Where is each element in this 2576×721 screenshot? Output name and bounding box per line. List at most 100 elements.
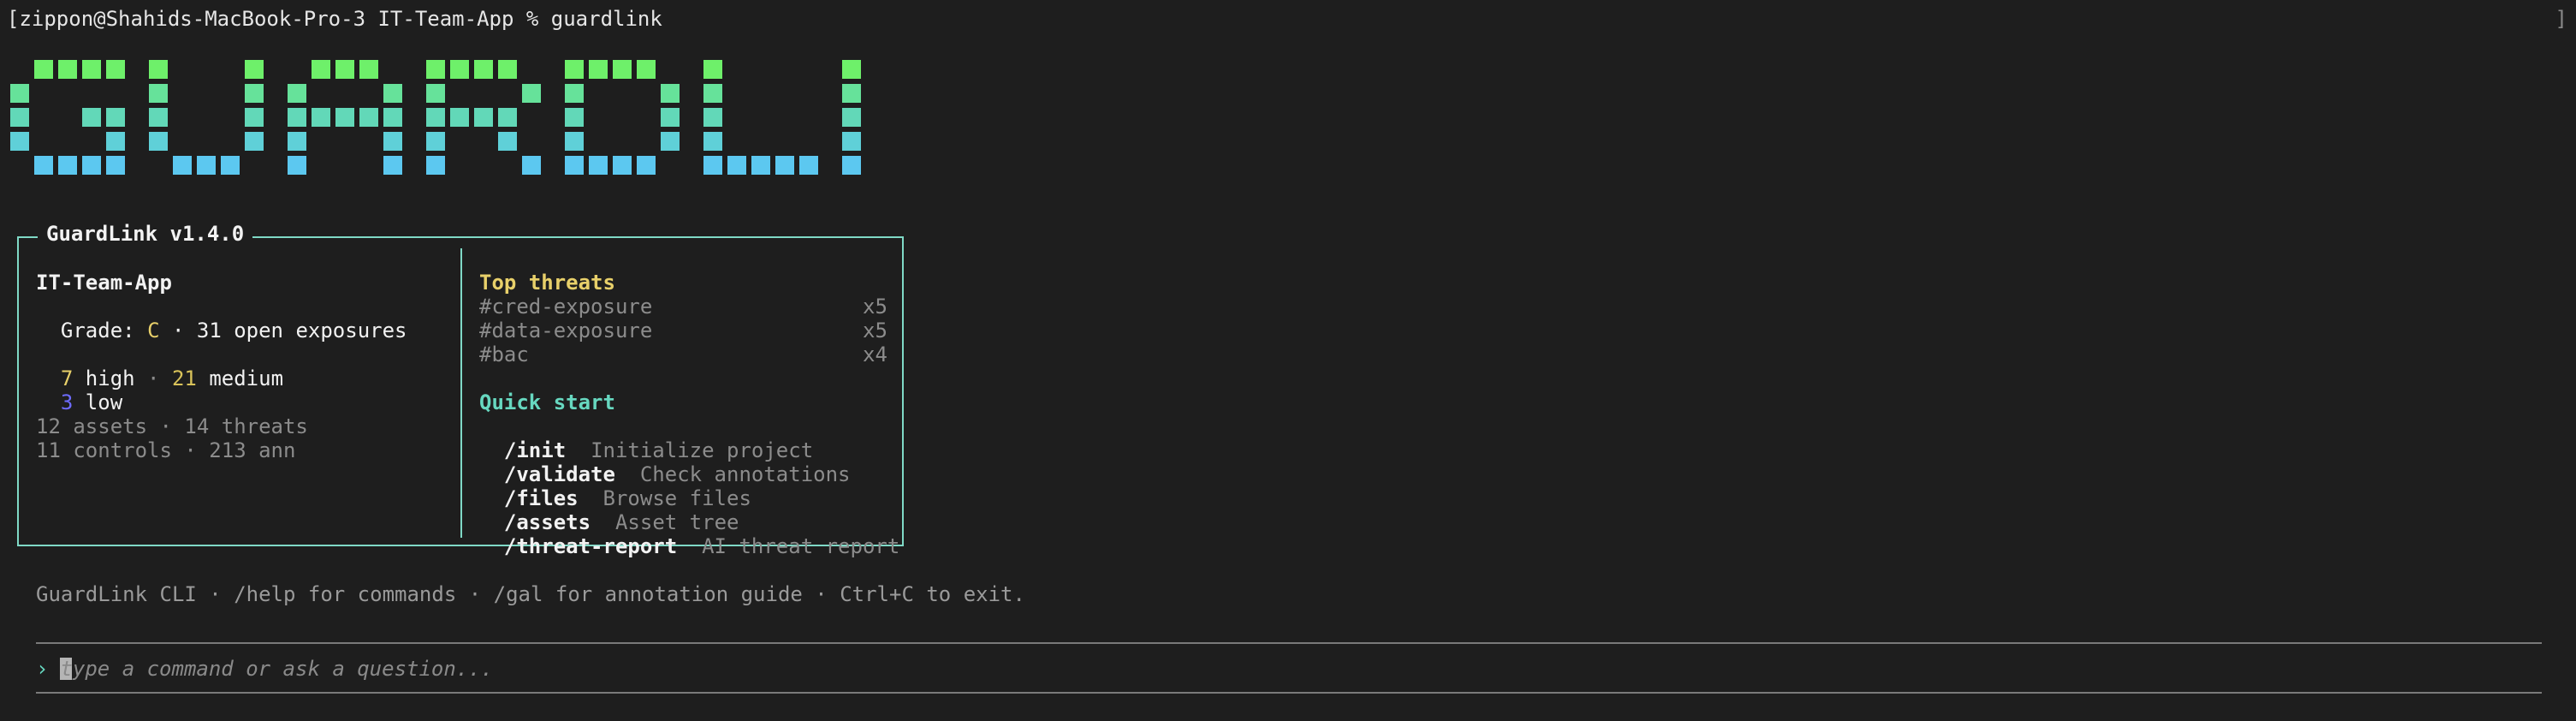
logo-pixel [82, 108, 101, 127]
logo-pixel [589, 156, 608, 175]
logo-pixel [703, 84, 722, 103]
logo-pixel [383, 84, 402, 103]
logo-pixel [197, 156, 216, 175]
logo-pixel [58, 156, 77, 175]
logo-pixel-group [10, 60, 861, 175]
logo-pixel [335, 108, 354, 127]
grade-line: Grade: C · 31 open exposures [36, 295, 407, 343]
logo-pixel [842, 108, 861, 127]
logo-pixel [498, 60, 517, 79]
medium-count: 21 [171, 366, 197, 390]
logo-pixel [106, 108, 125, 127]
logo-pixel [565, 108, 584, 127]
logo-pixel [10, 132, 29, 151]
quick-command-threat-report[interactable]: /threat-report AI threat report [479, 510, 899, 558]
logo-pixel [82, 60, 101, 79]
input-bottom-rule [36, 692, 2542, 694]
project-name: IT-Team-App [36, 271, 172, 295]
logo-pixel [613, 60, 632, 79]
logo-pixel [34, 60, 53, 79]
threat-tag[interactable]: #data-exposure [479, 319, 652, 343]
logo-pixel [82, 156, 101, 175]
command-input-row[interactable]: › [36, 656, 2542, 682]
logo-pixel [426, 84, 445, 103]
logo-pixel [426, 108, 445, 127]
logo-pixel [775, 156, 794, 175]
logo-pixel [842, 60, 861, 79]
prompt-chevron-icon: › [36, 657, 49, 681]
logo-pixel [288, 108, 306, 127]
logo-pixel [10, 108, 29, 127]
logo-pixel [149, 60, 168, 79]
threat-count: x5 [863, 295, 887, 319]
logo-pixel [426, 156, 445, 175]
logo-pixel [383, 108, 402, 127]
command-name[interactable]: /threat-report [504, 534, 677, 558]
command-input[interactable] [60, 657, 2457, 681]
logo-pixel [335, 60, 354, 79]
logo-pixel [221, 156, 240, 175]
logo-pixel [522, 156, 541, 175]
logo-pixel [661, 84, 680, 103]
logo-pixel [565, 60, 584, 79]
logo-pixel [450, 60, 469, 79]
grade-value: C [147, 319, 160, 343]
logo-pixel [106, 132, 125, 151]
logo-pixel [727, 156, 746, 175]
logo-pixel [149, 132, 168, 151]
quick-start-heading: Quick start [479, 390, 615, 414]
logo-pixel [703, 132, 722, 151]
logo-pixel [245, 108, 264, 127]
logo-pixel [426, 60, 445, 79]
logo-pixel [842, 84, 861, 103]
logo-pixel [245, 132, 264, 151]
logo-pixel [312, 108, 330, 127]
logo-pixel [703, 60, 722, 79]
command-description: AI threat report [702, 534, 900, 558]
logo-pixel [359, 108, 378, 127]
logo-pixel [359, 60, 378, 79]
logo-pixel [751, 156, 770, 175]
terminal-prompt: [zippon@Shahids-MacBook-Pro-3 IT-Team-Ap… [7, 7, 662, 31]
logo-pixel [106, 156, 125, 175]
stats-controls-annotations: 11 controls · 213 ann [36, 438, 296, 462]
guardlink-logo [10, 60, 861, 175]
logo-pixel [799, 156, 818, 175]
logo-pixel [703, 108, 722, 127]
logo-pixel [383, 156, 402, 175]
logo-pixel [383, 132, 402, 151]
logo-pixel [149, 108, 168, 127]
logo-pixel [703, 156, 722, 175]
low-count: 3 [60, 390, 74, 414]
threat-count: x5 [863, 319, 887, 343]
logo-pixel [288, 84, 306, 103]
logo-pixel [661, 132, 680, 151]
input-top-rule [36, 642, 2542, 644]
low-line: 3 low [36, 366, 122, 414]
stats-assets-threats: 12 assets · 14 threats [36, 414, 308, 438]
panel-divider [460, 248, 462, 538]
logo-pixel [637, 60, 656, 79]
logo-pixel [245, 60, 264, 79]
grade-label: Grade: [60, 319, 148, 343]
logo-pixel [58, 60, 77, 79]
logo-pixel [842, 132, 861, 151]
threat-tag[interactable]: #bac [479, 343, 529, 366]
exposure-count: · 31 open exposures [159, 319, 407, 343]
logo-pixel [288, 156, 306, 175]
threat-tag[interactable]: #cred-exposure [479, 295, 652, 319]
logo-pixel [613, 156, 632, 175]
logo-pixel [149, 84, 168, 103]
logo-pixel [245, 84, 264, 103]
logo-pixel [661, 108, 680, 127]
low-label: low [73, 390, 123, 414]
logo-pixel [474, 108, 493, 127]
top-threats-heading: Top threats [479, 271, 615, 295]
logo-pixel [565, 156, 584, 175]
panel-title: GuardLink v1.4.0 [38, 222, 253, 246]
logo-pixel [522, 84, 541, 103]
terminal-right-bracket: ] [2555, 7, 2567, 31]
logo-pixel [565, 84, 584, 103]
logo-pixel [34, 156, 53, 175]
logo-pixel [498, 132, 517, 151]
